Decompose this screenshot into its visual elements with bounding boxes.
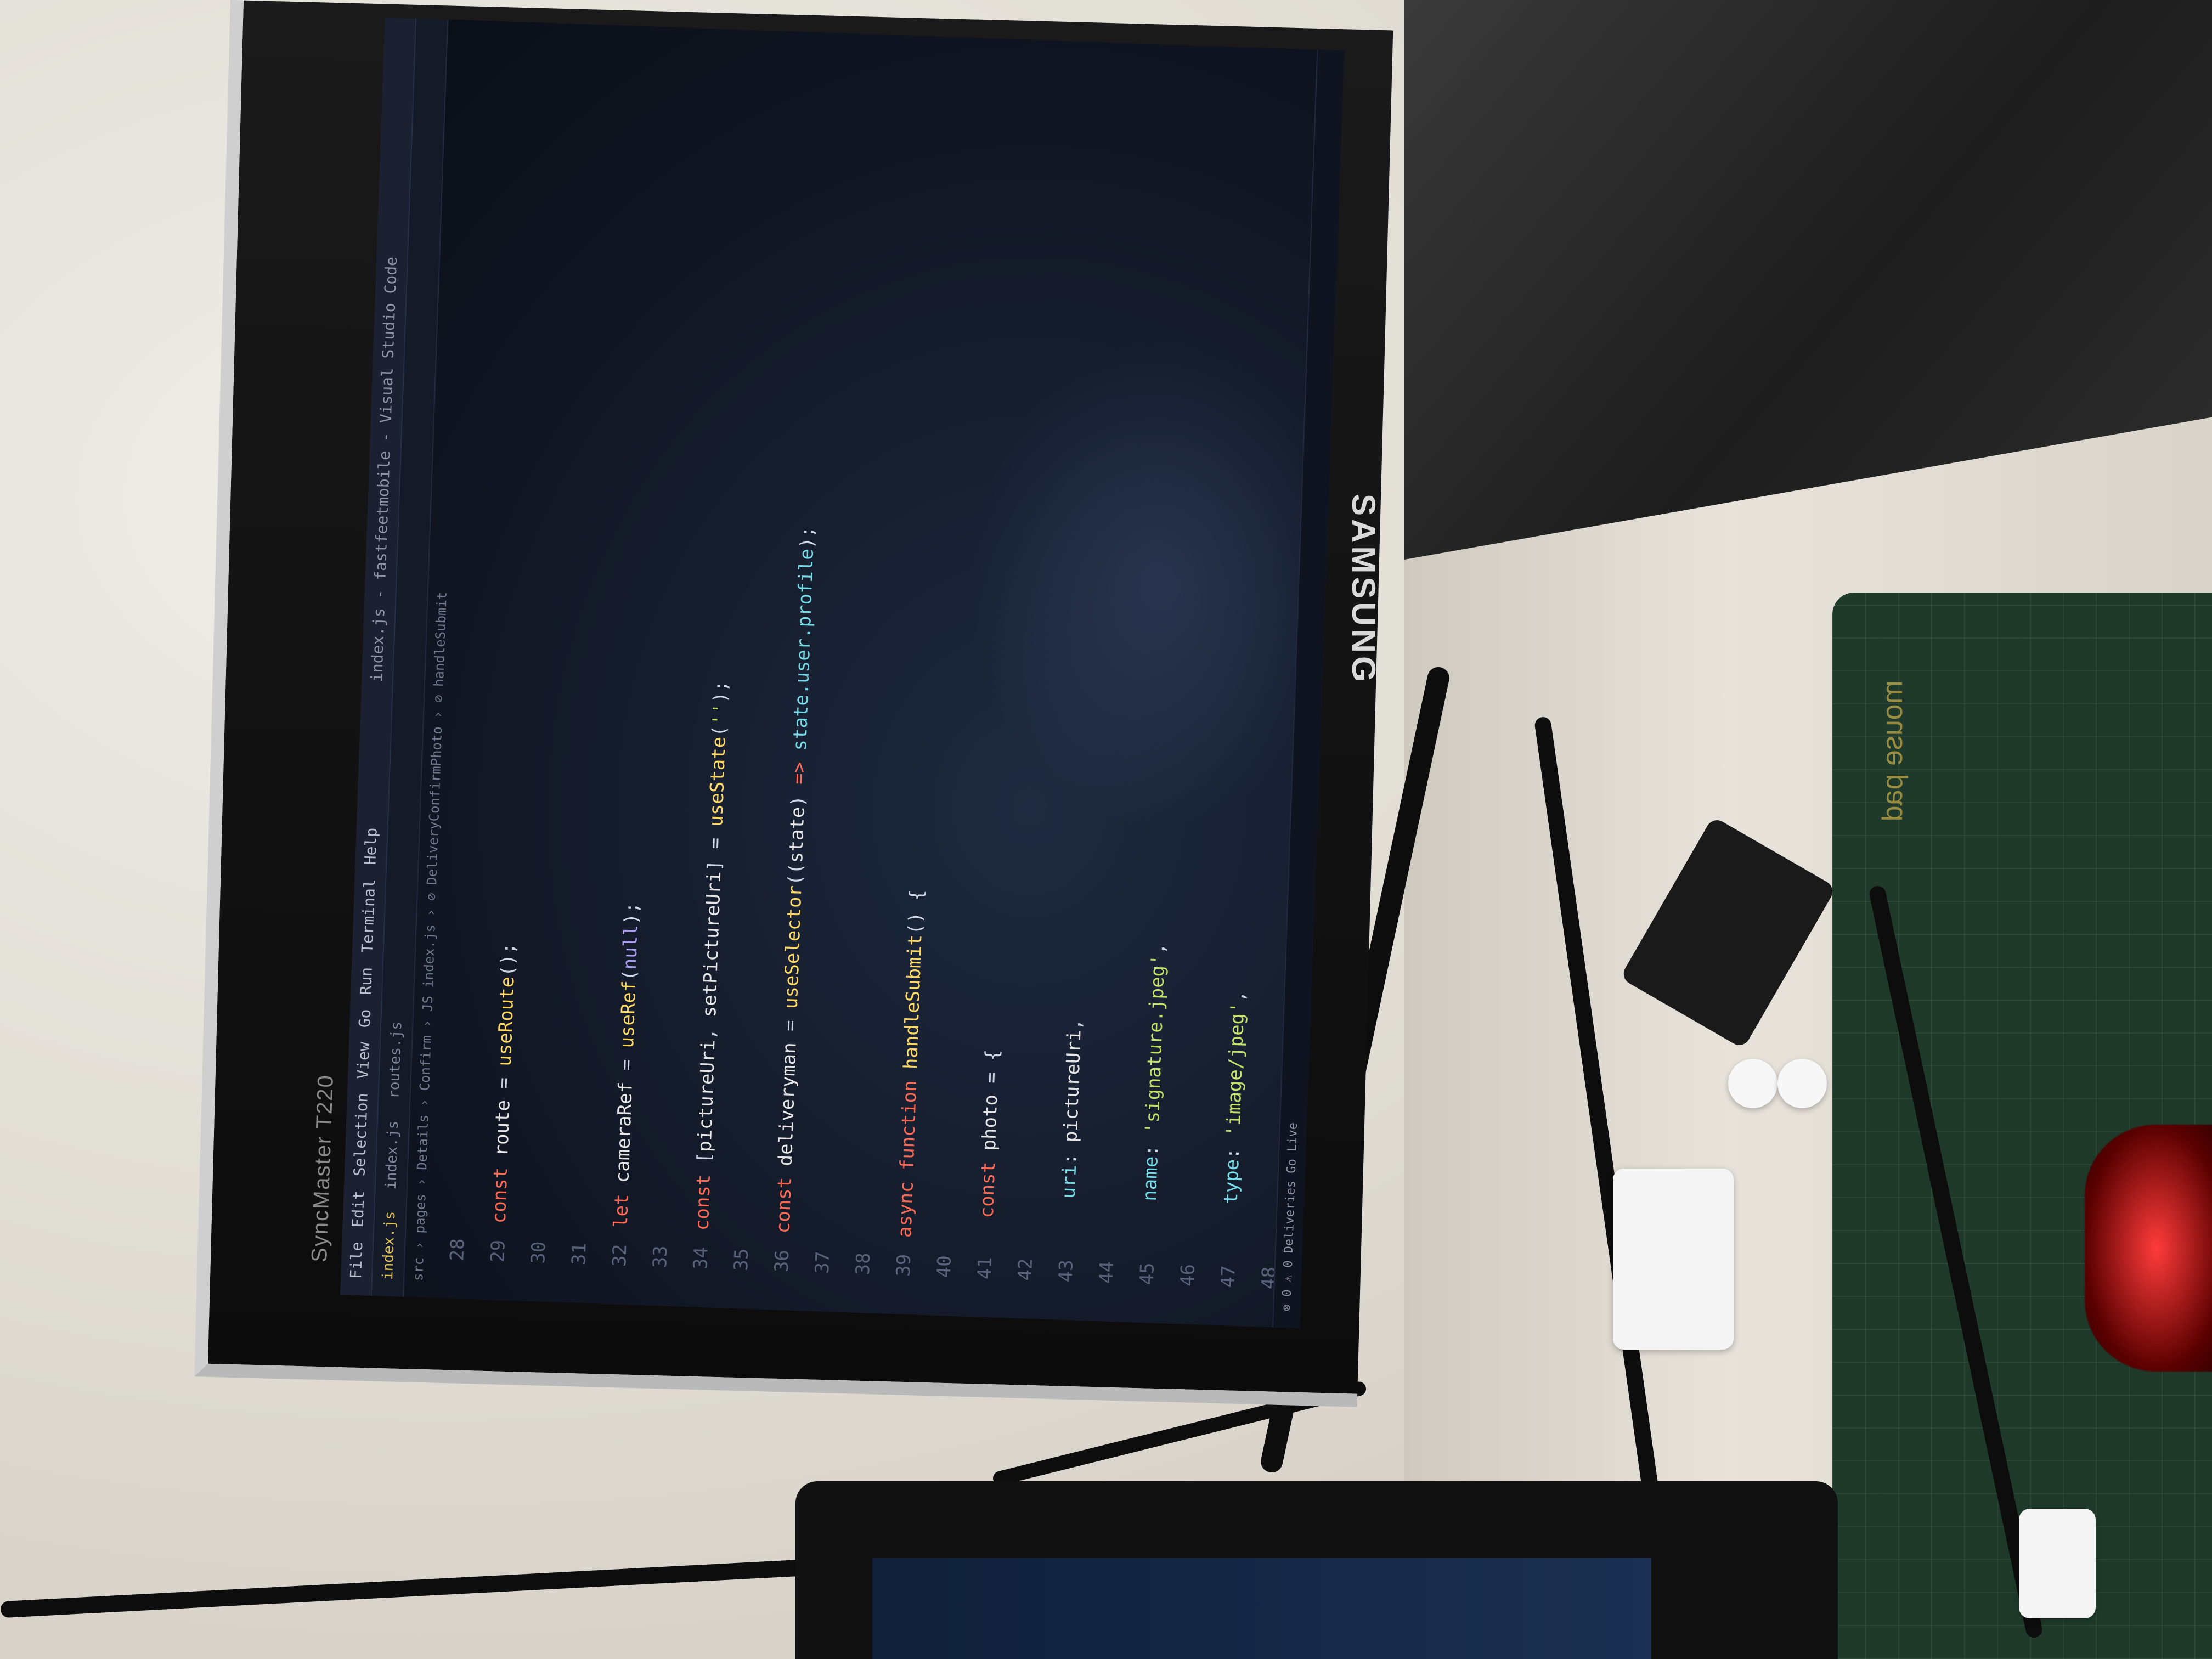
line-number: 42	[1014, 1257, 1037, 1282]
gaming-mouse	[2085, 1125, 2212, 1372]
line-number: 34	[690, 1246, 713, 1270]
vscode-window: File Edit Selection View Go Run Terminal…	[340, 17, 1345, 1329]
line-number: 32	[608, 1244, 631, 1267]
code-area[interactable]: 28 29 30 31 32 33 34 35 36 37 38 39 40 41 42 43 44 45 46 47…	[431, 20, 1344, 1328]
line-number: 39	[892, 1254, 916, 1277]
menu-edit[interactable]: Edit	[342, 1190, 374, 1228]
line-number: 44	[1095, 1261, 1118, 1284]
code-line: const route = useRoute();	[488, 942, 520, 1224]
line-number: 37	[811, 1250, 834, 1274]
code-line: const deliveryman = useSelector((state) …	[772, 526, 819, 1234]
menu-help[interactable]: Help	[355, 827, 387, 865]
menu-selection[interactable]: Selection	[345, 1093, 378, 1177]
earbud	[1728, 1059, 1778, 1108]
code-line: async function handleSubmit() {	[894, 889, 928, 1238]
code-line: let cameraRef = useRef(null);	[610, 901, 644, 1228]
line-number: 29	[487, 1239, 510, 1263]
menu-file[interactable]: File	[341, 1242, 373, 1279]
line-number: 40	[933, 1255, 956, 1279]
code-line: uri: pictureUri,	[1057, 1018, 1086, 1199]
line-number: 43	[1054, 1259, 1078, 1283]
tablet-screen	[872, 1558, 1651, 1659]
code-line: const photo = {	[975, 1049, 1004, 1218]
code-line: name: 'signature.jpeg',	[1138, 943, 1170, 1202]
charger	[2019, 1509, 2096, 1618]
menu-go[interactable]: Go	[349, 1009, 381, 1029]
line-number: 28	[446, 1238, 469, 1262]
second-monitor-brand: SAMSUNG	[1345, 494, 1382, 685]
line-number: 30	[527, 1240, 550, 1265]
menu-terminal[interactable]: Terminal	[352, 878, 386, 953]
code-line: const [pictureUri, setPictureUri] = useS…	[691, 680, 732, 1231]
line-number: 35	[730, 1248, 753, 1272]
tab-routes[interactable]: routes.js	[379, 1021, 413, 1099]
monitor-screen: File Edit Selection View Go Run Terminal…	[340, 17, 1345, 1329]
code-lines[interactable]: const route = useRoute(); let cameraRef …	[438, 20, 1344, 1323]
tab-index-active[interactable]: index.js	[373, 1211, 405, 1280]
mat-label: mouse pad	[1877, 680, 1909, 822]
code-line: type: 'image/jpeg',	[1220, 990, 1250, 1205]
line-number: 45	[1136, 1262, 1159, 1285]
line-number: 36	[770, 1249, 794, 1273]
line-number: 41	[973, 1256, 997, 1280]
menu-run[interactable]: Run	[351, 967, 382, 996]
line-number: 31	[568, 1242, 591, 1266]
line-number: 46	[1176, 1263, 1199, 1287]
usb-adapter	[1613, 1169, 1734, 1350]
menu-view[interactable]: View	[348, 1041, 380, 1080]
earbud	[1778, 1059, 1827, 1108]
line-number: 47	[1217, 1265, 1240, 1289]
line-number: 33	[649, 1245, 672, 1268]
line-number: 38	[851, 1252, 875, 1276]
tab-index[interactable]: index.js	[376, 1120, 409, 1190]
